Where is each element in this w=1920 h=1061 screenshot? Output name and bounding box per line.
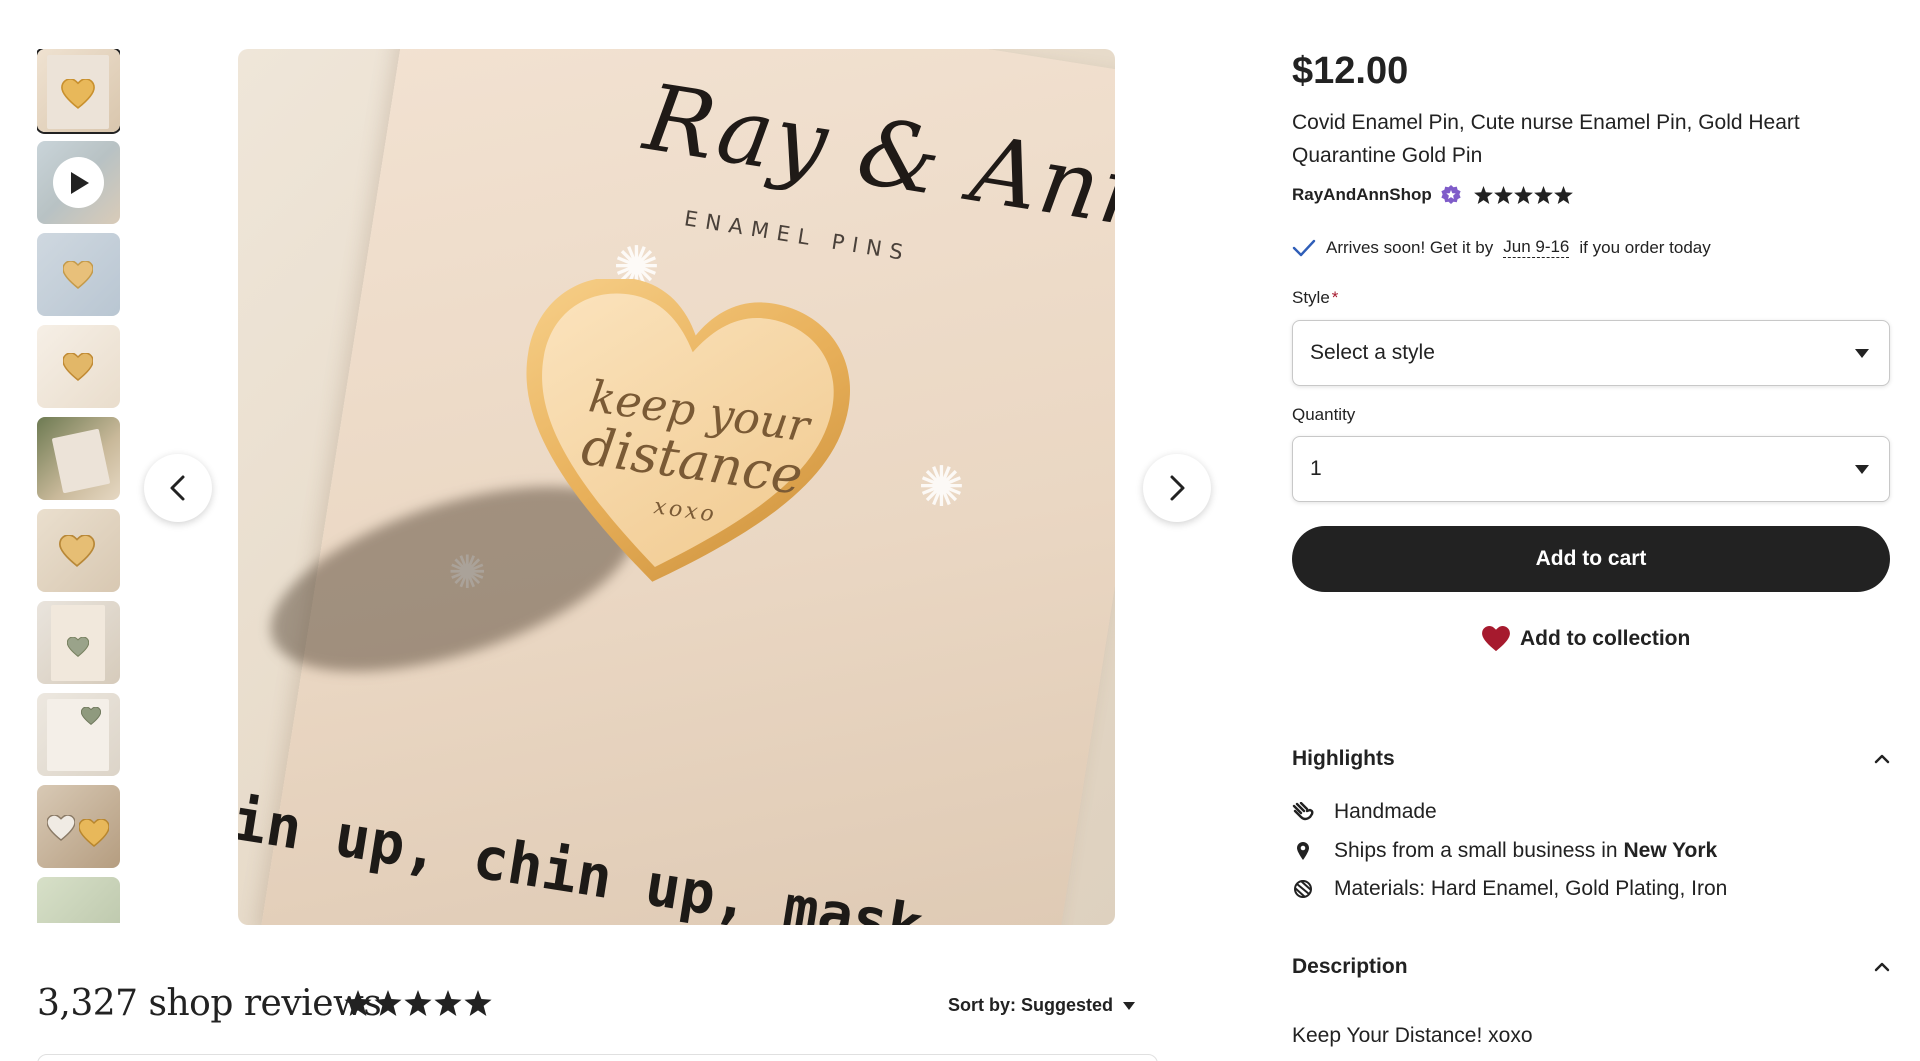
sort-label: Sort by: Suggested	[948, 995, 1114, 1015]
product-main-image: Ray & Ann ENAMEL PINS ✺ ✺ ✺ keep your di…	[238, 49, 1115, 925]
highlight-materials: Materials: Hard Enamel, Gold Plating, Ir…	[1292, 877, 1727, 901]
thumbnail-5[interactable]	[37, 417, 120, 500]
star-icon	[1553, 186, 1573, 204]
thumbnail-7[interactable]	[37, 601, 120, 684]
handmade-text: Handmade	[1334, 800, 1437, 823]
heart-pin-thumb-icon	[63, 353, 93, 381]
arrival-dates[interactable]: Jun 9-16	[1503, 237, 1570, 258]
required-asterisk: *	[1331, 288, 1339, 307]
ships-from-location: New York	[1623, 839, 1718, 862]
thumbnail-6[interactable]	[37, 509, 120, 592]
heart-icon	[1482, 626, 1510, 652]
star-icon	[1493, 186, 1513, 204]
chevron-up-icon	[1874, 754, 1890, 764]
shop-info: RayAndAnnShop	[1292, 184, 1573, 206]
heart-pin-thumb-icon	[81, 707, 101, 725]
style-label: Style *	[1292, 288, 1338, 308]
arrival-suffix: if you order today	[1579, 237, 1711, 257]
materials-icon	[1292, 879, 1314, 899]
caret-down-icon	[1855, 348, 1869, 358]
description-heading: Description	[1292, 955, 1408, 978]
chevron-right-icon	[1170, 475, 1185, 501]
heart-pin-thumb-icon	[61, 79, 95, 109]
star-icon	[464, 990, 492, 1016]
thumbnail-strip	[37, 49, 120, 923]
caret-down-icon	[1123, 1001, 1136, 1010]
thumbnail-card	[51, 428, 111, 494]
thumbnail-1[interactable]	[37, 49, 120, 132]
chevron-up-icon	[1874, 962, 1890, 972]
ships-from-text: Ships from a small business in	[1334, 839, 1618, 862]
highlight-handmade: Handmade	[1292, 800, 1437, 824]
heart-pin-thumb-icon	[47, 815, 75, 841]
product-title: Covid Enamel Pin, Cute nurse Enamel Pin,…	[1292, 111, 1800, 167]
quantity-label: Quantity	[1292, 405, 1356, 424]
thumbnail-3[interactable]	[37, 233, 120, 316]
star-icon	[1473, 186, 1493, 204]
shop-name-link[interactable]: RayAndAnnShop	[1292, 185, 1432, 205]
highlight-ships-from: Ships from a small business in New York	[1292, 839, 1717, 863]
product-price: $12.00	[1292, 50, 1409, 92]
add-to-collection-label: Add to collection	[1520, 627, 1691, 650]
arrival-estimate: Arrives soon! Get it by Jun 9-16 if you …	[1292, 237, 1711, 258]
sparkle-icon: ✺	[918, 455, 965, 518]
location-pin-icon	[1292, 841, 1314, 861]
heart-pin-thumb-icon	[59, 535, 95, 567]
review-card	[37, 1054, 1158, 1061]
quantity-select-value: 1	[1310, 457, 1322, 480]
star-seller-badge-icon	[1441, 185, 1461, 204]
thumbnail-4[interactable]	[37, 325, 120, 408]
caret-down-icon	[1855, 464, 1869, 474]
description-text: Keep Your Distance! xoxo	[1292, 1024, 1533, 1047]
highlights-toggle[interactable]: Highlights	[1292, 747, 1890, 771]
star-icon	[404, 990, 432, 1016]
heart-pin-thumb-icon	[63, 261, 93, 289]
star-icon	[374, 990, 402, 1016]
heart-pin-thumb-icon	[67, 637, 89, 657]
star-icon	[1513, 186, 1533, 204]
chevron-left-icon	[170, 475, 185, 501]
play-icon	[53, 157, 104, 208]
star-icon	[344, 990, 372, 1016]
style-label-text: Style	[1292, 288, 1330, 307]
thumbnail-8[interactable]	[37, 693, 120, 776]
star-icon	[434, 990, 462, 1016]
star-icon	[1533, 186, 1553, 204]
reviews-star-rating	[344, 990, 492, 1016]
heart-pin-thumb-icon	[79, 819, 109, 847]
checkmark-icon	[1292, 239, 1316, 256]
shop-star-rating	[1473, 186, 1573, 204]
thumbnail-9[interactable]	[37, 785, 120, 868]
thumbnail-10[interactable]	[37, 877, 120, 923]
thumbnail-video[interactable]	[37, 141, 120, 224]
description-toggle[interactable]: Description	[1292, 955, 1890, 979]
style-select-value: Select a style	[1310, 341, 1435, 364]
sort-reviews-dropdown[interactable]: Sort by: Suggested	[948, 995, 1136, 1016]
previous-image-button[interactable]	[144, 454, 212, 522]
arrival-prefix: Arrives soon! Get it by	[1326, 237, 1494, 257]
add-to-cart-button[interactable]: Add to cart	[1292, 526, 1890, 592]
add-to-collection-button[interactable]: Add to collection	[1482, 626, 1690, 652]
materials-text: Materials: Hard Enamel, Gold Plating, Ir…	[1334, 877, 1728, 900]
hand-icon	[1292, 802, 1314, 822]
next-image-button[interactable]	[1143, 454, 1211, 522]
highlights-heading: Highlights	[1292, 747, 1395, 770]
style-select[interactable]: Select a style	[1292, 320, 1890, 386]
shop-reviews-title: 3,327 shop reviews	[37, 983, 382, 1024]
quantity-select[interactable]: 1	[1292, 436, 1890, 502]
